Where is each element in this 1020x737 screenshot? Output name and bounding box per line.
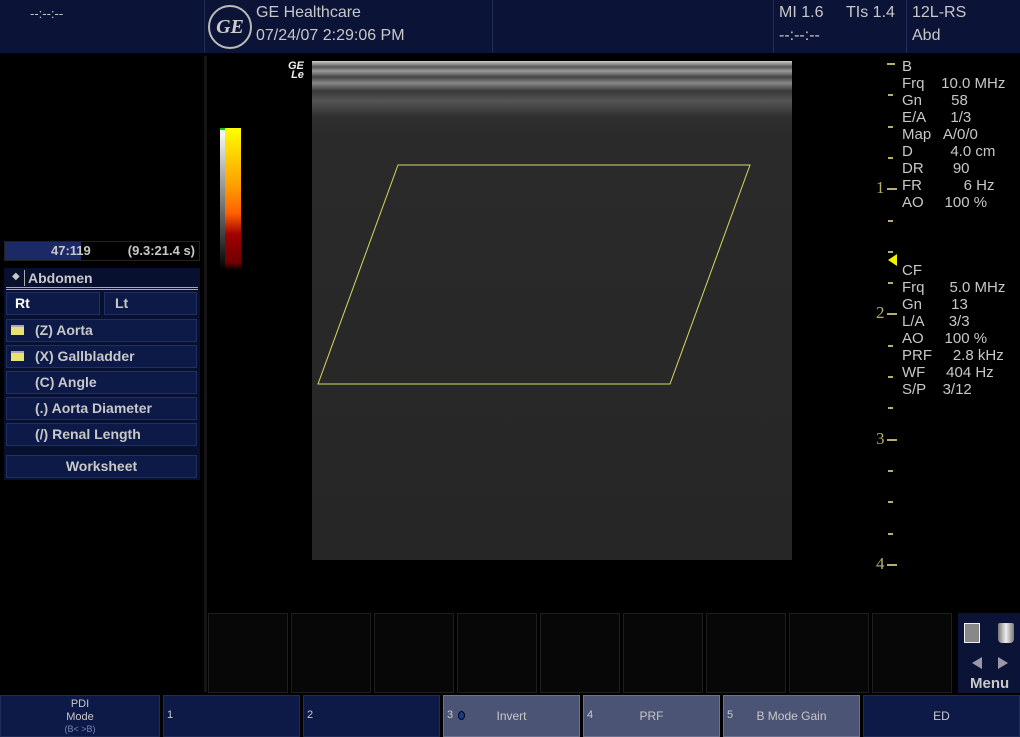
softkey-number: 1 [167, 709, 174, 721]
thumbnail-slot[interactable] [291, 613, 371, 693]
bmode-param-row: Frq 10.0 MHz [902, 75, 1006, 92]
softkey-sub: (B< >B) [64, 724, 96, 734]
rt-button[interactable]: Rt [6, 292, 100, 315]
softkey-label: B Mode Gain [756, 709, 827, 723]
softkey-label: ED [933, 709, 950, 723]
bmode-param-row: Gn 58 [902, 92, 968, 109]
bmode-param-row: DR 90 [902, 160, 970, 177]
depth-tick [888, 282, 893, 284]
depth-tick [888, 251, 893, 253]
depth-tick [887, 564, 897, 566]
measure-gallbladder[interactable]: (X) Gallbladder [6, 345, 197, 368]
measure-aorta-diameter[interactable]: (.) Aorta Diameter [6, 397, 197, 420]
depth-tick [887, 63, 895, 65]
depth-tick [888, 501, 893, 503]
trash-icon[interactable] [998, 623, 1014, 643]
thumbnail-slot[interactable] [623, 613, 703, 693]
cf-param-row: AO 100 % [902, 330, 988, 347]
depth-label: 3 [876, 429, 885, 448]
depth-tick [888, 94, 893, 96]
bmode-param-row: D 4.0 cm [902, 143, 996, 160]
lt-button[interactable]: Lt [104, 292, 197, 315]
bmode-param-row: AO 100 % [902, 194, 988, 211]
softkey-number: 2 [307, 709, 314, 721]
softkey-ed[interactable]: ED [863, 695, 1020, 737]
cine-bar[interactable]: 47:119 (9.3:21.4 s) [4, 241, 200, 261]
bmode-title: B [902, 58, 913, 75]
softkey-label: PDI Mode [66, 698, 94, 723]
depth-tick [888, 533, 893, 535]
worksheet-grid-icon[interactable] [964, 623, 980, 643]
menu-button[interactable]: Menu [970, 675, 1009, 692]
thumbnail-slot[interactable] [540, 613, 620, 693]
depth-tick [888, 470, 893, 472]
arrow-right-icon[interactable] [998, 657, 1008, 669]
bmode-param-row: Map A/0/0 [902, 126, 978, 143]
cf-param-row: S/P 3/12 [902, 381, 972, 398]
cf-param-row: PRF 2.8 kHz [902, 347, 1004, 364]
cf-param-row: L/A 3/3 [902, 313, 970, 330]
folder-icon [11, 351, 24, 361]
depth-tick [888, 126, 893, 128]
depth-tick [888, 407, 893, 409]
measure-renal-length[interactable]: (/) Renal Length [6, 423, 197, 446]
softkey-2[interactable]: 2 [303, 695, 440, 737]
bmode-param-row: FR 6 Hz [902, 177, 995, 194]
focus-marker-icon[interactable] [888, 254, 897, 266]
arrow-left-icon[interactable] [972, 657, 982, 669]
depth-tick [887, 188, 897, 190]
softkey-1[interactable]: 1 [163, 695, 300, 737]
depth-tick [888, 157, 893, 159]
softkey-b-mode-gain[interactable]: 5B Mode Gain [723, 695, 860, 737]
folder-icon [11, 325, 24, 335]
worksheet-button[interactable]: Worksheet [6, 455, 197, 478]
depth-tick [888, 345, 893, 347]
cine-frame: 47:119 [51, 243, 91, 258]
depth-label: 2 [876, 303, 885, 322]
depth-label: 4 [876, 554, 885, 573]
thumbnail-slot[interactable] [457, 613, 537, 693]
depth-tick [887, 439, 897, 441]
depth-tick [887, 313, 897, 315]
cf-title: CF [902, 262, 922, 279]
measure-category[interactable]: Abdomen [28, 270, 93, 286]
softkey-pdi-mode[interactable]: PDI Mode (B< >B) [0, 695, 160, 737]
cine-time: (9.3:21.4 s) [127, 243, 195, 258]
softkey-prf[interactable]: 4 PRF [583, 695, 720, 737]
softkey-label: PRF [639, 709, 664, 723]
depth-tick [888, 376, 893, 378]
cf-param-row: WF 404 Hz [902, 364, 994, 381]
depth-label: 1 [876, 178, 885, 197]
thumbnail-slot[interactable] [706, 613, 786, 693]
softkey-invert[interactable]: 3 Invert [443, 695, 580, 737]
thumbnail-slot[interactable] [789, 613, 869, 693]
thumbnail-slot[interactable] [208, 613, 288, 693]
depth-tick [888, 220, 893, 222]
thumbnail-slot[interactable] [374, 613, 454, 693]
cf-param-row: Gn 13 [902, 296, 968, 313]
softkey-label: Invert [496, 709, 527, 723]
cf-param-row: Frq 5.0 MHz [902, 279, 1006, 296]
side-tools: Menu [958, 613, 1020, 693]
measure-aorta[interactable]: (Z) Aorta [6, 319, 197, 342]
measure-angle[interactable]: (C) Angle [6, 371, 197, 394]
thumbnail-slot[interactable] [872, 613, 952, 693]
bmode-param-row: E/A 1/3 [902, 109, 972, 126]
